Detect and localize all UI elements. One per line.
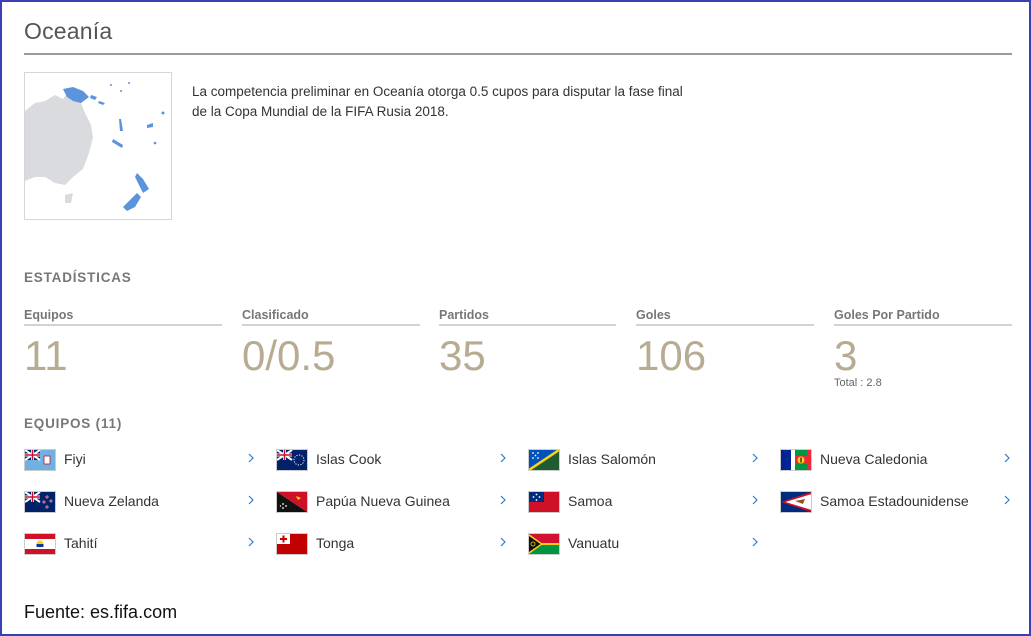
team-name: Islas Salomón (568, 451, 656, 467)
team-name: Nueva Zelanda (64, 493, 159, 509)
australia-shape (25, 91, 93, 185)
team-link-tahiti[interactable]: Tahití (24, 531, 256, 557)
stat-label: Clasificado (242, 308, 420, 326)
samoa-flag (528, 491, 560, 513)
oceania-map (24, 72, 172, 220)
stat-goles-por-partido: Goles Por Partido 3 Total : 2.8 (834, 308, 1012, 389)
american-samoa-flag (780, 491, 812, 513)
team-link-tonga[interactable]: Tonga (276, 531, 508, 557)
chevron-right-icon (498, 534, 508, 550)
new-zealand-shape (135, 173, 149, 193)
stat-value: 106 (636, 332, 707, 379)
chevron-right-icon (1002, 450, 1012, 466)
stat-label: Goles Por Partido (834, 308, 1012, 326)
tonga-flag (276, 533, 308, 555)
stats-heading: ESTADÍSTICAS (24, 270, 132, 285)
stat-total: Total : 2.8 (834, 377, 882, 389)
source-caption: Fuente: es.fifa.com (24, 602, 178, 622)
team-link-vanuatu[interactable]: Vanuatu (528, 531, 760, 557)
team-name: Nueva Caledonia (820, 451, 928, 467)
tahiti-flag (24, 533, 56, 555)
chevron-right-icon (1002, 492, 1012, 508)
team-name: Samoa (568, 493, 613, 509)
team-name: Papúa Nueva Guinea (316, 493, 450, 509)
stat-goles: Goles 106 (636, 308, 814, 378)
teams-heading: EQUIPOS (11) (24, 416, 123, 431)
chevron-right-icon (750, 492, 760, 508)
chevron-right-icon (498, 492, 508, 508)
team-link-islas-salomon[interactable]: Islas Salomón (528, 447, 760, 473)
stat-value: 0/0.5 (242, 332, 336, 379)
chevron-right-icon (750, 450, 760, 466)
new-zealand-flag (24, 491, 56, 513)
page-title: Oceanía (24, 18, 113, 44)
team-link-islas-cook[interactable]: Islas Cook (276, 447, 508, 473)
chevron-right-icon (498, 450, 508, 466)
region-description: La competencia preliminar en Oceanía oto… (192, 84, 683, 119)
title-divider (24, 53, 1012, 55)
team-name: Tonga (316, 535, 355, 551)
stat-value: 35 (439, 332, 486, 379)
papua-new-guinea-flag (276, 491, 308, 513)
team-name: Vanuatu (568, 535, 620, 551)
team-name: Fiyi (64, 451, 86, 467)
team-link-fiyi[interactable]: Fiyi (24, 447, 256, 473)
team-name: Tahití (64, 535, 98, 551)
team-link-papua-nueva-guinea[interactable]: Papúa Nueva Guinea (276, 489, 508, 515)
page-frame: Oceanía La competencia preliminar en Oce… (0, 0, 1031, 636)
new-caledonia-flag (780, 449, 812, 471)
chevron-right-icon (246, 450, 256, 466)
stat-label: Equipos (24, 308, 222, 326)
chevron-right-icon (750, 534, 760, 550)
stat-value: 3 (834, 332, 858, 379)
stat-equipos: Equipos 11 (24, 308, 222, 378)
fiji-flag (24, 449, 56, 471)
stat-label: Goles (636, 308, 814, 326)
cook-islands-flag (276, 449, 308, 471)
stat-label: Partidos (439, 308, 616, 326)
team-name: Samoa Estadounidense (820, 493, 969, 509)
team-link-nueva-caledonia[interactable]: Nueva Caledonia (780, 447, 1012, 473)
chevron-right-icon (246, 534, 256, 550)
stat-clasificado: Clasificado 0/0.5 (242, 308, 420, 378)
team-link-samoa-estadounidense[interactable]: Samoa Estadounidense (780, 489, 1012, 515)
team-link-nueva-zelanda[interactable]: Nueva Zelanda (24, 489, 256, 515)
team-name: Islas Cook (316, 451, 382, 467)
vanuatu-flag (528, 533, 560, 555)
team-link-samoa[interactable]: Samoa (528, 489, 760, 515)
stat-value: 11 (24, 332, 68, 379)
stat-partidos: Partidos 35 (439, 308, 616, 378)
chevron-right-icon (246, 492, 256, 508)
solomon-islands-flag (528, 449, 560, 471)
